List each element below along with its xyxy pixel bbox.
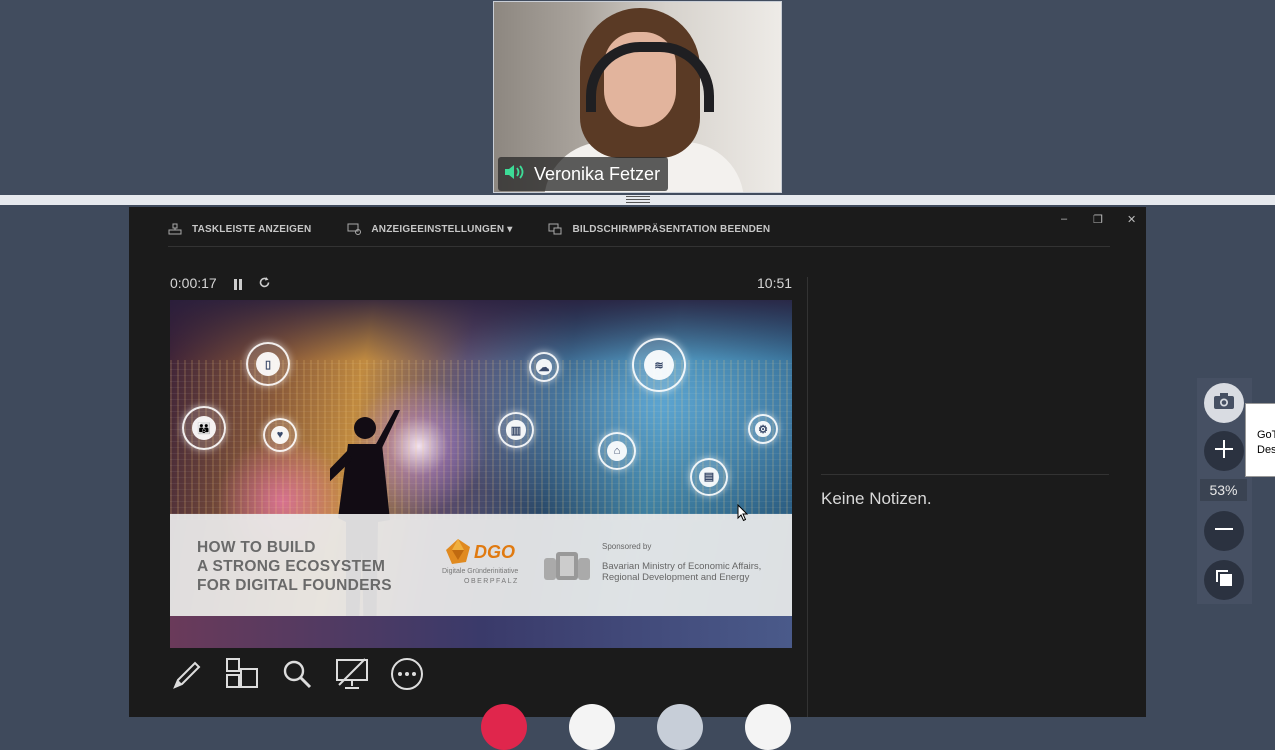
plus-icon bbox=[1214, 439, 1234, 464]
taskbar-icon bbox=[168, 223, 182, 235]
participant-name-tag: Veronika Fetzer bbox=[498, 157, 669, 191]
tooltip-line2: Des bbox=[1257, 444, 1275, 456]
restart-icon[interactable] bbox=[258, 276, 271, 294]
family-icon: 👪 bbox=[182, 406, 226, 450]
factory-icon: ▥ bbox=[498, 412, 534, 448]
participant-video-tile[interactable]: Veronika Fetzer bbox=[493, 1, 782, 193]
notes-separator bbox=[821, 474, 1109, 475]
divider-drag-handle[interactable] bbox=[626, 196, 650, 204]
zoom-search-icon bbox=[281, 658, 313, 695]
dgo-logo-name: DGO bbox=[474, 542, 516, 562]
show-taskbar-button[interactable]: TASKLEISTE ANZEIGEN bbox=[168, 223, 311, 235]
sponsor-name: Bavarian Ministry of Economic Affairs, R… bbox=[602, 561, 761, 583]
current-time: 10:51 bbox=[757, 275, 793, 291]
panel-splitter[interactable] bbox=[807, 277, 808, 717]
minus-icon bbox=[1214, 519, 1234, 544]
restore-button[interactable]: ❐ bbox=[1093, 213, 1103, 226]
pause-icon[interactable] bbox=[233, 277, 243, 295]
dgo-logo-mark bbox=[446, 539, 470, 564]
end-presentation-label: BILDSCHIRMPRÄSENTATION BEENDEN bbox=[572, 223, 771, 235]
speaker-notes[interactable]: Keine Notizen. bbox=[821, 489, 932, 509]
black-screen-button[interactable] bbox=[335, 657, 369, 696]
display-settings-icon bbox=[347, 223, 362, 235]
more-options-button[interactable] bbox=[390, 657, 424, 696]
sponsor-line2: Regional Development and Energy bbox=[602, 572, 750, 583]
minimize-button[interactable]: ‒ bbox=[1061, 213, 1067, 225]
slide-title-line3: FOR DIGITAL FOUNDERS bbox=[197, 577, 392, 594]
toolbar-separator bbox=[168, 246, 1110, 247]
dgo-logo-region: OBERPFALZ bbox=[464, 578, 519, 585]
close-button[interactable]: ✕ bbox=[1127, 213, 1136, 226]
slide-title-line2: A STRONG ECOSYSTEM bbox=[197, 558, 386, 575]
slide-title-banner: HOW TO BUILD A STRONG ECOSYSTEM FOR DIGI… bbox=[170, 514, 792, 616]
end-call-button[interactable] bbox=[481, 704, 527, 750]
phone-icon: ▯ bbox=[246, 342, 290, 386]
screenshot-button[interactable] bbox=[1204, 383, 1244, 423]
presenter-tools bbox=[170, 657, 424, 696]
current-slide[interactable]: ▯ 👪 ♥ ☁ ≋ ▥ ⌂ ▤ ⚙ HOW TO BUILD A STRONG … bbox=[170, 300, 792, 648]
share-screen-button[interactable] bbox=[745, 704, 791, 750]
settings-gear-icon: ⚙ bbox=[748, 414, 778, 444]
microphone-button[interactable] bbox=[569, 704, 615, 750]
zoom-level: 53% bbox=[1200, 479, 1247, 501]
slide-title-line1: HOW TO BUILD bbox=[197, 539, 316, 556]
participant-name: Veronika Fetzer bbox=[534, 163, 661, 184]
pen-icon bbox=[171, 658, 203, 695]
speaker-icon bbox=[504, 164, 526, 185]
dgo-logo-subtitle: Digitale Gründerinitiative bbox=[442, 568, 519, 575]
zoom-toolbar: 53% bbox=[1197, 378, 1252, 604]
slides-overview-icon bbox=[225, 657, 259, 696]
camera-icon bbox=[1213, 392, 1235, 415]
presenter-view-window: TASKLEISTE ANZEIGEN ANZEIGEEINSTELLUNGEN… bbox=[129, 207, 1146, 717]
heart-icon: ♥ bbox=[263, 418, 297, 452]
slides-overview-button[interactable] bbox=[225, 657, 259, 696]
home-icon: ⌂ bbox=[598, 432, 636, 470]
pen-tool-button[interactable] bbox=[170, 659, 204, 693]
elapsed-timer: 0:00:17 bbox=[170, 275, 217, 291]
zoom-in-button[interactable] bbox=[1204, 431, 1244, 471]
display-settings-button[interactable]: ANZEIGEEINSTELLUNGEN ▾ bbox=[347, 223, 512, 235]
tooltip-line1: GoT bbox=[1257, 429, 1275, 441]
wifi-icon: ≋ bbox=[632, 338, 686, 392]
pop-out-button[interactable] bbox=[1204, 560, 1244, 600]
more-icon bbox=[390, 657, 424, 696]
sponsor-line1: Bavarian Ministry of Economic Affairs, bbox=[602, 561, 762, 572]
gotomeeting-tooltip: GoT Des bbox=[1245, 403, 1275, 477]
zoom-out-button[interactable] bbox=[1204, 511, 1244, 551]
building-icon: ▤ bbox=[690, 458, 728, 496]
camera-toggle-button[interactable] bbox=[657, 704, 703, 750]
black-screen-icon bbox=[335, 657, 369, 696]
sponsored-by-label: Sponsored by bbox=[602, 542, 652, 551]
show-taskbar-label: TASKLEISTE ANZEIGEN bbox=[192, 223, 312, 235]
end-presentation-button[interactable]: BILDSCHIRMPRÄSENTATION BEENDEN bbox=[548, 223, 770, 235]
slide-bottom-strip bbox=[170, 616, 792, 648]
presenter-toolbar: TASKLEISTE ANZEIGEN ANZEIGEEINSTELLUNGEN… bbox=[168, 221, 770, 237]
zoom-slide-button[interactable] bbox=[280, 659, 314, 693]
dgo-logo: DGO Digitale Gründerinitiative OBERPFALZ bbox=[442, 536, 526, 588]
copy-icon bbox=[1214, 568, 1234, 593]
bavarian-crest-logo bbox=[544, 552, 590, 580]
slide-title: HOW TO BUILD A STRONG ECOSYSTEM FOR DIGI… bbox=[197, 538, 392, 595]
end-presentation-icon bbox=[548, 223, 562, 235]
display-settings-label: ANZEIGEEINSTELLUNGEN ▾ bbox=[371, 223, 513, 235]
cloud-icon: ☁ bbox=[529, 352, 559, 382]
mouse-cursor-icon bbox=[737, 504, 749, 522]
